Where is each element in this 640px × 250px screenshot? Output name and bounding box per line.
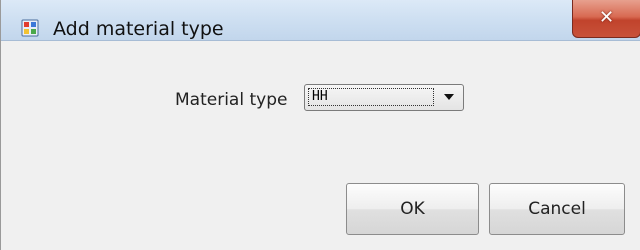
material-type-selected-value: HH <box>308 88 434 106</box>
application-form-icon <box>21 19 39 37</box>
chevron-down-icon[interactable] <box>444 94 454 100</box>
title-bar[interactable]: Add material type ✕ <box>1 0 640 41</box>
close-button[interactable]: ✕ <box>572 0 640 38</box>
cancel-button[interactable]: Cancel <box>489 183 625 235</box>
add-material-type-dialog: Add material type ✕ Material type HH OK … <box>0 0 640 250</box>
window-title: Add material type <box>53 18 224 40</box>
material-type-label: Material type <box>175 90 288 110</box>
close-icon: ✕ <box>598 7 615 28</box>
material-type-dropdown[interactable]: HH <box>304 84 464 111</box>
ok-button[interactable]: OK <box>346 183 479 235</box>
